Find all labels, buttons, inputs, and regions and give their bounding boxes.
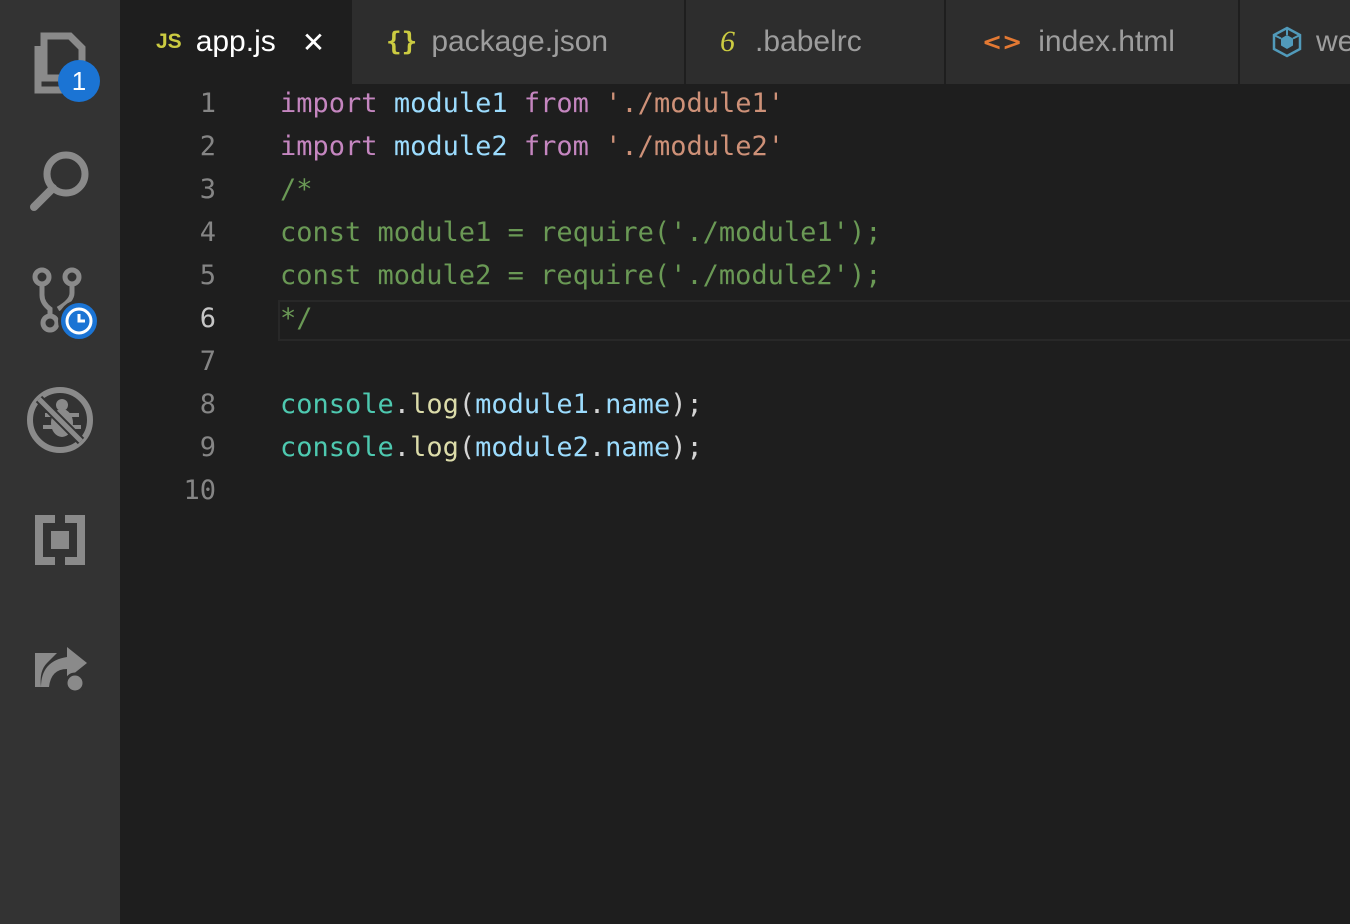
live-share-button[interactable]: [0, 610, 120, 710]
code-token: .: [393, 389, 411, 420]
code-token: const module1 = require('./module1');: [280, 217, 882, 248]
clock-icon: [65, 307, 93, 335]
json-file-icon: {}: [386, 27, 418, 57]
code-text: import module1 from './module1': [280, 82, 784, 125]
search-button[interactable]: [0, 130, 120, 230]
code-token: );: [670, 432, 703, 463]
code-text: const module2 = require('./module2');: [280, 254, 881, 297]
line-number: 3: [199, 174, 216, 205]
code-text: /*: [280, 168, 313, 211]
tab-label: app.js: [195, 25, 276, 58]
code-token: module1: [393, 88, 508, 119]
code-text: console.log(module1.name);: [280, 383, 703, 426]
extensions-icon: [35, 515, 85, 565]
code-token: const module2 = require('./module2');: [280, 260, 882, 291]
tab-label: .babelrc: [755, 25, 862, 58]
code-token: log: [410, 432, 459, 463]
code-line[interactable]: 2 import module2 from './module2': [120, 125, 1350, 168]
code-token: .: [588, 389, 606, 420]
line-number: 6: [199, 303, 216, 334]
code-token: name: [605, 389, 671, 420]
code-text: console.log(module2.name);: [280, 426, 703, 469]
code-line[interactable]: 5 const module2 = require('./module2');: [120, 254, 1350, 297]
html-file-icon: <>: [982, 28, 1023, 56]
code-token: module1: [475, 389, 589, 420]
line-number: 8: [199, 389, 216, 420]
tab-label: we: [1316, 25, 1350, 58]
tab-label: index.html: [1038, 25, 1175, 58]
code-token: name: [605, 432, 671, 463]
code-token: module2: [475, 432, 589, 463]
code-line[interactable]: 7: [120, 340, 1350, 383]
line-number: 10: [183, 475, 216, 506]
code-token: from: [523, 131, 589, 162]
tab-babelrc[interactable]: 6 .babelrc: [686, 0, 946, 84]
code-editor[interactable]: 1 import module1 from './module1' 2 import …: [120, 84, 1350, 924]
tab-bar: JS app.js ✕ {} package.json 6 .babelrc <…: [120, 0, 1350, 84]
explorer-badge: 1: [58, 60, 100, 102]
code-token: .: [588, 432, 606, 463]
code-line[interactable]: 6 */: [120, 297, 1350, 340]
code-text: import module2 from './module2': [280, 125, 784, 168]
code-token: module2: [393, 131, 508, 162]
code-token: from: [523, 88, 589, 119]
line-number: 1: [199, 88, 216, 119]
line-number: 5: [199, 260, 216, 291]
code-token: );: [670, 389, 703, 420]
live-share-icon: [35, 647, 87, 693]
code-token: (: [458, 432, 476, 463]
activity-bar: 1: [0, 0, 120, 924]
code-token: './module2': [605, 131, 784, 162]
search-icon: [30, 151, 89, 211]
line-number: 9: [199, 432, 216, 463]
code-token: log: [410, 389, 459, 420]
no-debug-icon: [27, 387, 93, 453]
source-control-button[interactable]: [0, 250, 120, 350]
explorer-button[interactable]: 1: [0, 14, 120, 114]
close-icon[interactable]: ✕: [302, 26, 325, 59]
code-token: */: [280, 303, 313, 334]
code-token: import: [280, 88, 378, 119]
tab-app-js[interactable]: JS app.js ✕: [120, 0, 352, 84]
extensions-button[interactable]: [0, 490, 120, 590]
debug-button[interactable]: [0, 370, 120, 470]
code-token: console: [280, 432, 394, 463]
code-text: const module1 = require('./module1');: [280, 211, 881, 254]
code-token: (: [458, 389, 476, 420]
code-token: .: [393, 432, 411, 463]
tab-webpack[interactable]: we: [1240, 0, 1350, 84]
line-number: 7: [199, 346, 216, 377]
timeline-badge: [58, 300, 100, 342]
tab-package-json[interactable]: {} package.json: [352, 0, 686, 84]
code-token: /*: [280, 174, 313, 205]
code-token: './module1': [605, 88, 784, 119]
tab-index-html[interactable]: <> index.html: [946, 0, 1240, 84]
code-token: import: [280, 131, 378, 162]
code-line[interactable]: 4 const module1 = require('./module1');: [120, 211, 1350, 254]
code-line[interactable]: 1 import module1 from './module1': [120, 82, 1350, 125]
tab-label: package.json: [431, 25, 609, 58]
line-number: 2: [199, 131, 216, 162]
line-number: 4: [199, 217, 216, 248]
code-text: */: [280, 297, 313, 340]
javascript-file-icon: JS: [156, 30, 182, 53]
code-line[interactable]: 3 /*: [120, 168, 1350, 211]
webpack-cube-icon: [1272, 26, 1302, 58]
code-line[interactable]: 10: [120, 469, 1350, 512]
babel-file-icon: 6: [720, 25, 735, 58]
code-line[interactable]: 9 console.log(module2.name);: [120, 426, 1350, 469]
code-line[interactable]: 8 console.log(module1.name);: [120, 383, 1350, 426]
code-token: console: [280, 389, 394, 420]
